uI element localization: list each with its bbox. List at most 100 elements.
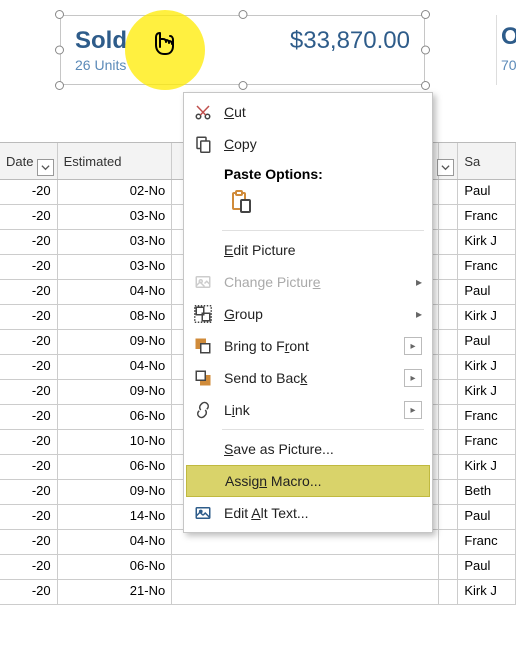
cell-c1[interactable]: 06-No [58,455,173,479]
cell-c0[interactable]: -20 [0,555,58,579]
cell-c1[interactable]: 21-No [58,580,173,604]
col-date[interactable]: Date [0,143,58,179]
cell-c4[interactable]: Kirk J [458,355,516,379]
cell-c4[interactable]: Paul [458,180,516,204]
table-row[interactable]: -2006-NoPaul [0,555,516,580]
cell-c1[interactable]: 10-No [58,430,173,454]
resize-handle-bm[interactable] [238,81,247,90]
cell-c3[interactable] [439,280,459,304]
kpi-card-sold[interactable]: Sold $33,870.00 26 Units [55,10,430,90]
cell-c1[interactable]: 03-No [58,205,173,229]
paste-icon[interactable] [224,196,258,223]
cell-c0[interactable]: -20 [0,230,58,254]
cell-c1[interactable]: 14-No [58,505,173,529]
cell-c4[interactable]: Franc [458,530,516,554]
resize-handle-ml[interactable] [55,46,64,55]
cell-c1[interactable]: 08-No [58,305,173,329]
cell-c1[interactable]: 04-No [58,280,173,304]
cell-c3[interactable] [439,555,459,579]
cell-c1[interactable]: 04-No [58,355,173,379]
submenu-arrow-icon[interactable]: ▸ [404,369,422,387]
cell-c0[interactable]: -20 [0,355,58,379]
filter-button-date[interactable] [37,159,54,176]
cell-c0[interactable]: -20 [0,280,58,304]
cell-c3[interactable] [439,405,459,429]
table-row[interactable]: -2021-No Kirk J [0,580,516,605]
cell-c1[interactable]: 02-No [58,180,173,204]
cell-c3[interactable] [439,380,459,404]
col-sales[interactable]: Sa [458,143,516,179]
cell-c0[interactable]: -20 [0,380,58,404]
cell-c0[interactable]: -20 [0,430,58,454]
cell-c4[interactable]: Franc [458,405,516,429]
cell-c0[interactable]: -20 [0,580,58,604]
menu-edit-alt-text[interactable]: Edit Alt Text... [184,497,432,529]
menu-cut[interactable]: CuCutt [184,96,432,128]
cell-c3[interactable] [439,480,459,504]
cell-c0[interactable]: -20 [0,330,58,354]
cell-c3[interactable] [439,580,459,604]
cell-c3[interactable] [439,430,459,454]
cell-c3[interactable] [439,180,459,204]
cell-c1[interactable]: 04-No [58,530,173,554]
cell-c0[interactable]: -20 [0,305,58,329]
resize-handle-tl[interactable] [55,10,64,19]
cell-c4[interactable]: Franc [458,205,516,229]
menu-link[interactable]: Link ▸ [184,394,432,426]
cell-c3[interactable] [439,205,459,229]
cell-c3[interactable] [439,530,459,554]
cell-c4[interactable]: Franc [458,255,516,279]
cell-c4[interactable]: Kirk J [458,380,516,404]
cell-c2[interactable] [172,555,439,579]
cell-c2[interactable] [172,580,439,604]
resize-handle-tm[interactable] [238,10,247,19]
cell-c3[interactable] [439,505,459,529]
cell-c3[interactable] [439,455,459,479]
cell-c0[interactable]: -20 [0,405,58,429]
cell-c0[interactable]: -20 [0,530,58,554]
cell-c1[interactable]: 09-No [58,480,173,504]
col-y[interactable]: y [439,143,459,179]
cell-c0[interactable]: -20 [0,455,58,479]
cell-c3[interactable] [439,255,459,279]
resize-handle-br[interactable] [421,81,430,90]
cell-c0[interactable]: -20 [0,180,58,204]
submenu-arrow-icon[interactable]: ▸ [404,337,422,355]
cell-c4[interactable]: Paul [458,280,516,304]
cell-c3[interactable] [439,355,459,379]
cell-c4[interactable]: Kirk J [458,230,516,254]
kpi-card-body[interactable]: Sold $33,870.00 26 Units [60,15,425,85]
table-row[interactable]: -2004-No Franc [0,530,516,555]
cell-c0[interactable]: -20 [0,205,58,229]
cell-c4[interactable]: Beth [458,480,516,504]
cell-c4[interactable]: Paul [458,505,516,529]
col-estimated[interactable]: Estimated [58,143,173,179]
menu-assign-macro[interactable]: Assign Macro... [186,465,430,497]
menu-copy[interactable]: Copy [184,128,432,160]
cell-c4[interactable]: Kirk J [458,455,516,479]
menu-bring-to-front[interactable]: Bring to Front ▸ [184,330,432,362]
cell-c1[interactable]: 06-No [58,405,173,429]
menu-edit-picture[interactable]: Edit Picture [184,234,432,266]
cell-c1[interactable]: 09-No [58,380,173,404]
resize-handle-bl[interactable] [55,81,64,90]
cell-c4[interactable]: Paul [458,555,516,579]
cell-c0[interactable]: -20 [0,255,58,279]
resize-handle-tr[interactable] [421,10,430,19]
cell-c4[interactable]: Paul [458,330,516,354]
cell-c3[interactable] [439,305,459,329]
cell-c2[interactable] [172,530,439,554]
menu-save-as-picture[interactable]: Save as Picture... [184,433,432,465]
cell-c3[interactable] [439,330,459,354]
submenu-arrow-icon[interactable]: ▸ [404,401,422,419]
cell-c4[interactable]: Franc [458,430,516,454]
cell-c0[interactable]: -20 [0,480,58,504]
menu-send-to-back[interactable]: Send to Back ▸ [184,362,432,394]
cell-c1[interactable]: 03-No [58,255,173,279]
cell-c1[interactable]: 03-No [58,230,173,254]
cell-c4[interactable]: Kirk J [458,580,516,604]
resize-handle-mr[interactable] [421,46,430,55]
cell-c1[interactable]: 09-No [58,330,173,354]
cell-c4[interactable]: Kirk J [458,305,516,329]
cell-c0[interactable]: -20 [0,505,58,529]
